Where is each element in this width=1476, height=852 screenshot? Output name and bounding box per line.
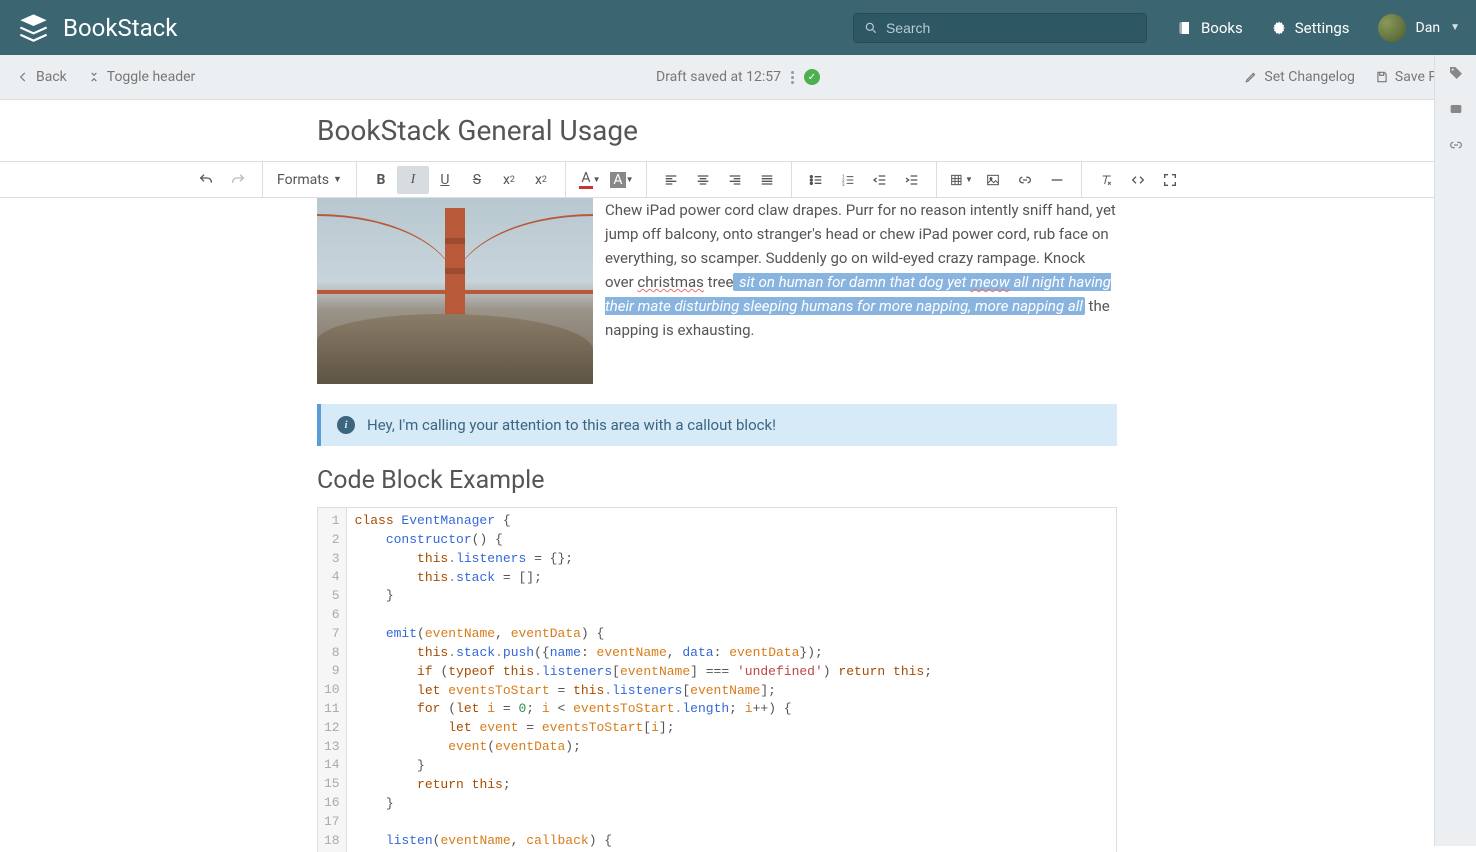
search-input[interactable]: [886, 20, 1136, 36]
editor-body[interactable]: Chew iPad power cord claw drapes. Purr f…: [0, 198, 1434, 852]
table-button[interactable]: ▼: [945, 166, 977, 194]
saved-check-icon: ✓: [804, 69, 820, 85]
pencil-icon: [1244, 70, 1258, 84]
logo-text: BookStack: [63, 14, 177, 42]
user-menu[interactable]: Dan ▼: [1378, 14, 1460, 42]
indent-button[interactable]: [896, 166, 928, 194]
draft-status: Draft saved at 12:57: [656, 69, 781, 85]
formats-dropdown[interactable]: Formats▼: [271, 172, 348, 188]
search-box[interactable]: [853, 13, 1147, 43]
toggle-header-icon: [87, 70, 101, 84]
caret-down-icon: ▼: [1450, 22, 1460, 33]
bg-color-button[interactable]: A ▼: [606, 166, 638, 194]
clear-format-button[interactable]: [1090, 166, 1122, 194]
align-center-button[interactable]: [687, 166, 719, 194]
source-code-button[interactable]: [1122, 166, 1154, 194]
sub-toolbar: Back Toggle header Draft saved at 12:57 …: [0, 55, 1476, 100]
book-icon: [1177, 20, 1193, 36]
superscript-button[interactable]: x2: [493, 166, 525, 194]
outdent-button[interactable]: [864, 166, 896, 194]
bold-button[interactable]: B: [365, 166, 397, 194]
set-changelog-button[interactable]: Set Changelog: [1244, 69, 1355, 85]
nav-settings-label: Settings: [1295, 19, 1350, 37]
tag-icon[interactable]: [1448, 65, 1464, 81]
draft-menu-icon[interactable]: [791, 71, 794, 84]
callout-info[interactable]: i Hey, I'm calling your attention to thi…: [317, 404, 1117, 446]
underline-button[interactable]: U: [429, 166, 461, 194]
code-content: class EventManager { constructor() { thi…: [347, 508, 1116, 852]
fullscreen-button[interactable]: [1154, 166, 1186, 194]
avatar: [1378, 14, 1406, 42]
code-gutter: 123456789101112131415161718: [318, 508, 347, 852]
text-color-button[interactable]: A ▼: [574, 166, 606, 194]
redo-button[interactable]: [222, 166, 254, 194]
gear-icon: [1271, 20, 1287, 36]
back-button[interactable]: Back: [16, 69, 67, 85]
save-icon: [1375, 70, 1389, 84]
svg-text:3: 3: [842, 182, 845, 188]
strikethrough-button[interactable]: S: [461, 166, 493, 194]
link-button[interactable]: [1009, 166, 1041, 194]
nav-settings[interactable]: Settings: [1271, 19, 1350, 37]
content-image[interactable]: [317, 198, 593, 384]
search-icon: [864, 21, 878, 35]
logo[interactable]: BookStack: [16, 10, 177, 45]
align-justify-button[interactable]: [751, 166, 783, 194]
attachment-panel-icon[interactable]: [1448, 101, 1464, 117]
hr-button[interactable]: [1041, 166, 1073, 194]
bookstack-logo-icon: [16, 10, 51, 45]
user-name: Dan: [1416, 20, 1441, 36]
nav-books[interactable]: Books: [1177, 19, 1243, 37]
title-row: BookStack General Usage: [0, 100, 1434, 162]
callout-text: Hey, I'm calling your attention to this …: [367, 416, 776, 434]
arrow-left-icon: [16, 70, 30, 84]
app-header: BookStack Books Settings Dan ▼: [0, 0, 1476, 55]
code-block[interactable]: 123456789101112131415161718 class EventM…: [317, 507, 1117, 852]
italic-button[interactable]: I: [397, 166, 429, 194]
toggle-header-button[interactable]: Toggle header: [87, 69, 196, 85]
number-list-button[interactable]: 123: [832, 166, 864, 194]
info-icon: i: [337, 416, 355, 434]
editor-toolbar: Formats▼ B I U S x2 x2 A ▼ A ▼ 123 ▼: [0, 162, 1434, 198]
image-button[interactable]: [977, 166, 1009, 194]
link-panel-icon[interactable]: [1448, 137, 1464, 153]
align-left-button[interactable]: [655, 166, 687, 194]
undo-button[interactable]: [190, 166, 222, 194]
subscript-button[interactable]: x2: [525, 166, 557, 194]
right-rail: [1434, 55, 1476, 846]
page-title[interactable]: BookStack General Usage: [317, 114, 1117, 147]
align-right-button[interactable]: [719, 166, 751, 194]
nav-books-label: Books: [1201, 19, 1243, 37]
bullet-list-button[interactable]: [800, 166, 832, 194]
heading-code-block[interactable]: Code Block Example: [317, 466, 1117, 495]
